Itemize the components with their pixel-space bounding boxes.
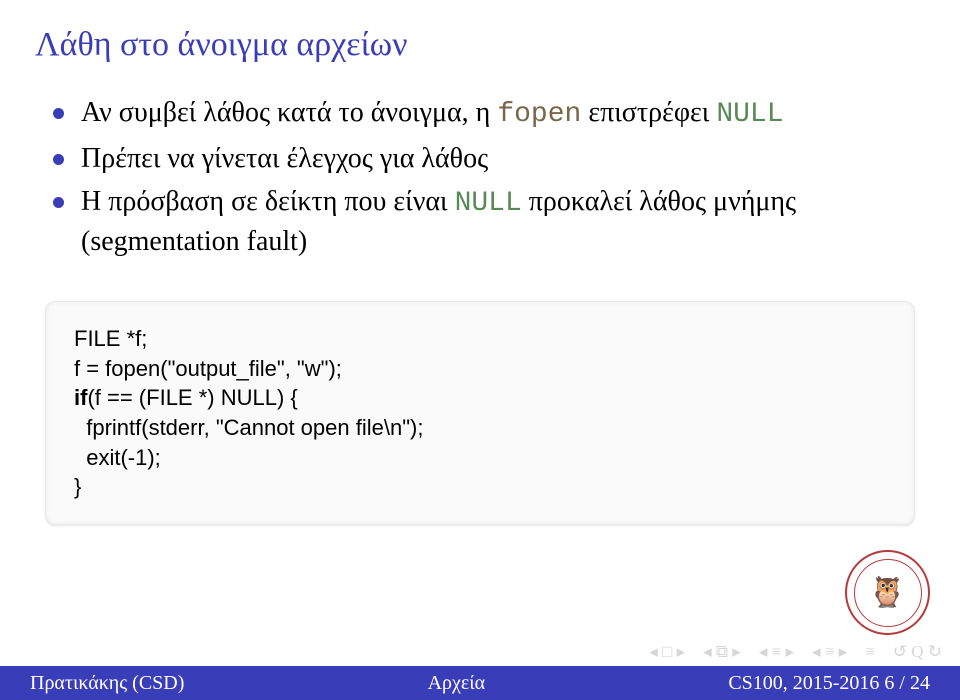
slide: Λάθη στο άνοιγμα αρχείων Αν συμβεί λάθος… [0, 0, 960, 700]
code-keyword-if: if [74, 385, 87, 410]
logo-inner-ring: 🦉 [854, 559, 922, 627]
code-line: FILE *f; [74, 324, 886, 354]
bullet-text: επιστρέφει [581, 97, 716, 128]
code-text: (f == (FILE *) NULL) { [87, 385, 297, 410]
university-logo: 🦉 [845, 550, 930, 635]
bullet-text: Πρέπει να γίνεται έλεγχος για λάθος [81, 143, 488, 174]
slide-title: Λάθη στο άνοιγμα αρχείων [35, 25, 925, 66]
code-line: } [74, 472, 886, 502]
footer-title: Αρχεία [184, 672, 728, 695]
bullet-text: Η πρόσβαση σε δείκτη που είναι [81, 186, 455, 217]
beamer-nav: ◂ □ ▸ ◂ ⧉ ▸ ◂ ≡ ▸ ◂ ≡ ▸ ≡ ↺ Q ↻ [649, 642, 942, 662]
nav-menu-icon[interactable]: ≡ [865, 642, 875, 662]
code-line: f = fopen("output_file", "w"); [74, 354, 886, 384]
code-keyword-null: NULL [716, 99, 783, 130]
code-line: fprintf(stderr, "Cannot open file\n"); [74, 413, 886, 443]
code-keyword-null: NULL [455, 188, 522, 219]
code-line: if(f == (FILE *) NULL) { [74, 383, 886, 413]
bullet-list: Αν συμβεί λάθος κατά το άνοιγμα, η fopen… [35, 94, 925, 261]
footer-page: CS100, 2015-2016 6 / 24 [728, 672, 960, 695]
bullet-item: Αν συμβεί λάθος κατά το άνοιγμα, η fopen… [53, 94, 925, 134]
code-line: exit(-1); [74, 443, 886, 473]
bullet-text: Αν συμβεί λάθος κατά το άνοιγμα, η [81, 97, 497, 128]
nav-next-icon[interactable]: ◂ ≡ ▸ [812, 642, 847, 662]
nav-back-icon[interactable]: ◂ ⧉ ▸ [703, 642, 741, 662]
bullet-item: Πρέπει να γίνεται έλεγχος για λάθος [53, 140, 925, 178]
bullet-item: Η πρόσβαση σε δείκτη που είναι NULL προκ… [53, 183, 925, 261]
nav-prev-icon[interactable]: ◂ ≡ ▸ [759, 642, 794, 662]
code-keyword-fopen: fopen [497, 99, 581, 130]
footer-author: Πρατικάκης (CSD) [0, 672, 184, 695]
slide-footer: Πρατικάκης (CSD) Αρχεία CS100, 2015-2016… [0, 666, 960, 700]
code-block: FILE *f; f = fopen("output_file", "w"); … [45, 301, 915, 525]
owl-icon: 🦉 [869, 578, 906, 608]
nav-cycle-icon[interactable]: ↺ Q ↻ [893, 642, 942, 662]
nav-first-icon[interactable]: ◂ □ ▸ [649, 642, 685, 662]
